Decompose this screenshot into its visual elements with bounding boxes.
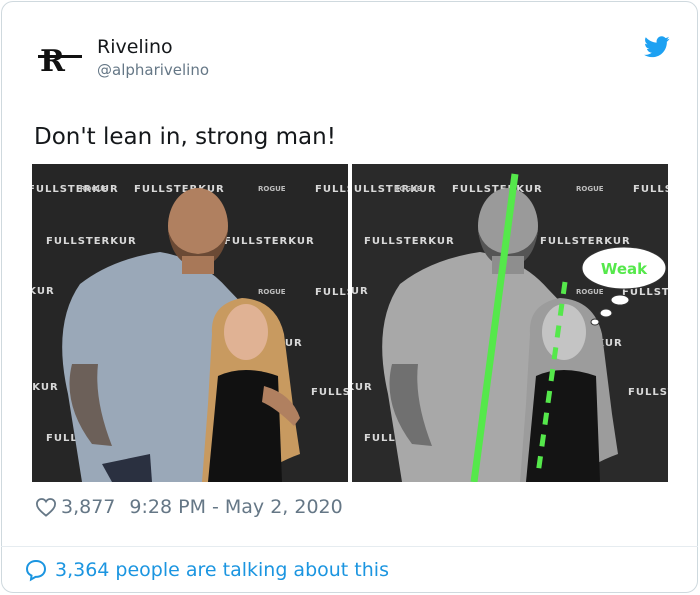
svg-text:ROGUE: ROGUE	[394, 185, 422, 193]
tweet-text: Don't lean in, strong man!	[34, 124, 336, 150]
svg-text:FULLSTERKUR: FULLSTERKUR	[32, 286, 55, 297]
svg-text:FULLSTERKUR: FULLSTERKUR	[364, 236, 455, 247]
svg-text:FULLSTERKUR: FULLSTERKUR	[352, 382, 373, 393]
photo-annotated[interactable]: FULLSTERKUR ROGUE FULLSTERKUR ROGUE FULL…	[352, 164, 668, 482]
weak-label: Weak	[601, 260, 648, 278]
svg-text:ROGUE: ROGUE	[80, 185, 108, 193]
svg-text:FULLSTERKUR: FULLSTERKUR	[540, 236, 631, 247]
svg-text:FULLSTERKUR: FULLSTERKUR	[46, 236, 137, 247]
avatar[interactable]: R	[38, 44, 84, 79]
author-name[interactable]: Rivelino	[97, 36, 173, 58]
heart-icon[interactable]	[35, 497, 57, 517]
like-count[interactable]: 3,877	[61, 496, 115, 518]
timestamp[interactable]: 9:28 PM - May 2, 2020	[129, 496, 342, 518]
svg-text:ROGUE: ROGUE	[576, 288, 604, 296]
svg-text:FULLSTERKUR: FULLSTERKUR	[311, 387, 348, 398]
svg-text:FULLSTERKUR: FULLSTERKUR	[315, 184, 348, 195]
photo-original[interactable]: FULLSTERKUR ROGUE FULLSTERKUR ROGUE FULL…	[32, 164, 348, 482]
talking-text[interactable]: 3,364 people are talking about this	[55, 559, 389, 581]
svg-text:ROGUE: ROGUE	[258, 185, 286, 193]
svg-text:FULLSTERKUR: FULLSTERKUR	[628, 387, 668, 398]
reply-bubble-icon	[25, 559, 47, 582]
svg-text:FULLSTERKUR: FULLSTERKUR	[32, 382, 59, 393]
author-handle[interactable]: @alpharivelino	[97, 61, 209, 79]
tweet-meta: 3,877 9:28 PM - May 2, 2020	[35, 496, 343, 518]
talking-link[interactable]: 3,364 people are talking about this	[24, 558, 389, 582]
svg-text:FULLSTERKUR: FULLSTERKUR	[224, 236, 315, 247]
twitter-bird-icon[interactable]	[644, 36, 670, 58]
svg-text:FULLSTERKUR: FULLSTERKUR	[315, 287, 348, 298]
svg-text:ROGUE: ROGUE	[258, 288, 286, 296]
divider	[1, 546, 698, 547]
svg-text:R: R	[40, 44, 66, 76]
svg-text:FULLSTERKUR: FULLSTERKUR	[352, 286, 369, 297]
svg-text:ROGUE: ROGUE	[576, 185, 604, 193]
svg-text:FULLSTERKUR: FULLSTERKUR	[633, 184, 668, 195]
